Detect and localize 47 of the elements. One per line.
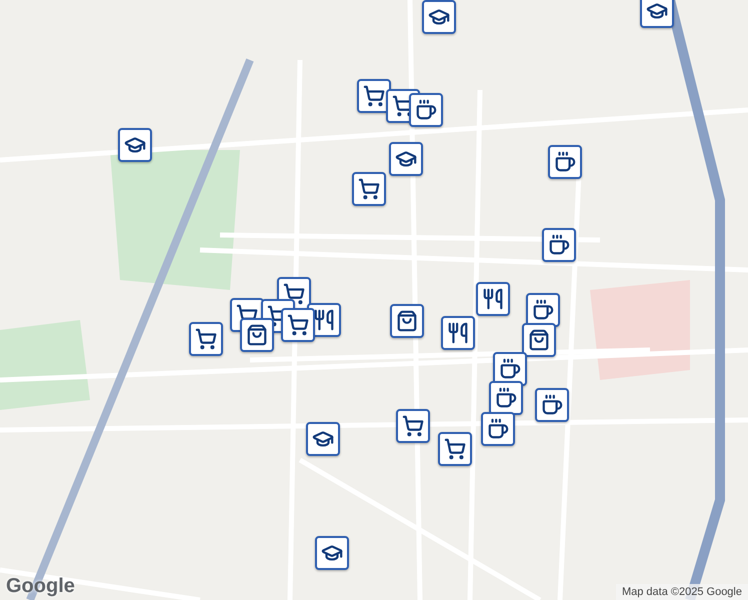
place-marker[interactable] bbox=[422, 0, 456, 34]
fork-knife-icon bbox=[447, 322, 469, 344]
place-marker[interactable] bbox=[441, 316, 475, 350]
place-marker[interactable] bbox=[315, 536, 349, 570]
place-marker[interactable] bbox=[281, 308, 315, 342]
place-marker[interactable] bbox=[535, 388, 569, 422]
coffee-cup-icon bbox=[554, 151, 576, 173]
fork-knife-icon bbox=[482, 288, 504, 310]
place-marker[interactable] bbox=[396, 409, 430, 443]
coffee-cup-icon bbox=[532, 299, 554, 321]
place-marker[interactable] bbox=[306, 422, 340, 456]
place-marker[interactable] bbox=[542, 228, 576, 262]
shopping-cart-icon bbox=[363, 85, 385, 107]
logo: Google bbox=[6, 575, 75, 598]
shopping-cart-icon bbox=[195, 328, 217, 350]
shopping-cart-icon bbox=[358, 178, 380, 200]
coffee-cup-icon bbox=[487, 418, 509, 440]
shopping-bag-icon bbox=[528, 329, 550, 351]
coffee-cup-icon bbox=[415, 99, 437, 121]
place-marker[interactable] bbox=[476, 282, 510, 316]
coffee-cup-icon bbox=[541, 394, 563, 416]
shopping-cart-icon bbox=[402, 415, 424, 437]
place-marker[interactable] bbox=[389, 142, 423, 176]
place-marker[interactable] bbox=[352, 172, 386, 206]
place-marker[interactable] bbox=[189, 322, 223, 356]
map-attribution: Map data ©2025 Google bbox=[616, 584, 748, 600]
shopping-cart-icon bbox=[444, 438, 466, 460]
place-marker[interactable] bbox=[240, 318, 274, 352]
shopping-cart-icon bbox=[287, 314, 309, 336]
place-marker[interactable] bbox=[438, 432, 472, 466]
place-marker[interactable] bbox=[526, 293, 560, 327]
shopping-cart-icon bbox=[283, 283, 305, 305]
place-marker[interactable] bbox=[118, 128, 152, 162]
place-marker[interactable] bbox=[409, 93, 443, 127]
place-marker[interactable] bbox=[489, 381, 523, 415]
coffee-cup-icon bbox=[495, 387, 517, 409]
shopping-bag-icon bbox=[396, 310, 418, 332]
coffee-cup-icon bbox=[499, 358, 521, 380]
map-view[interactable]: Google Map data ©2025 Google bbox=[0, 0, 748, 600]
place-marker[interactable] bbox=[481, 412, 515, 446]
place-marker[interactable] bbox=[522, 323, 556, 357]
fork-knife-icon bbox=[313, 309, 335, 331]
shopping-bag-icon bbox=[246, 324, 268, 346]
place-marker[interactable] bbox=[390, 304, 424, 338]
coffee-cup-icon bbox=[548, 234, 570, 256]
place-marker[interactable] bbox=[548, 145, 582, 179]
place-marker[interactable] bbox=[640, 0, 674, 28]
